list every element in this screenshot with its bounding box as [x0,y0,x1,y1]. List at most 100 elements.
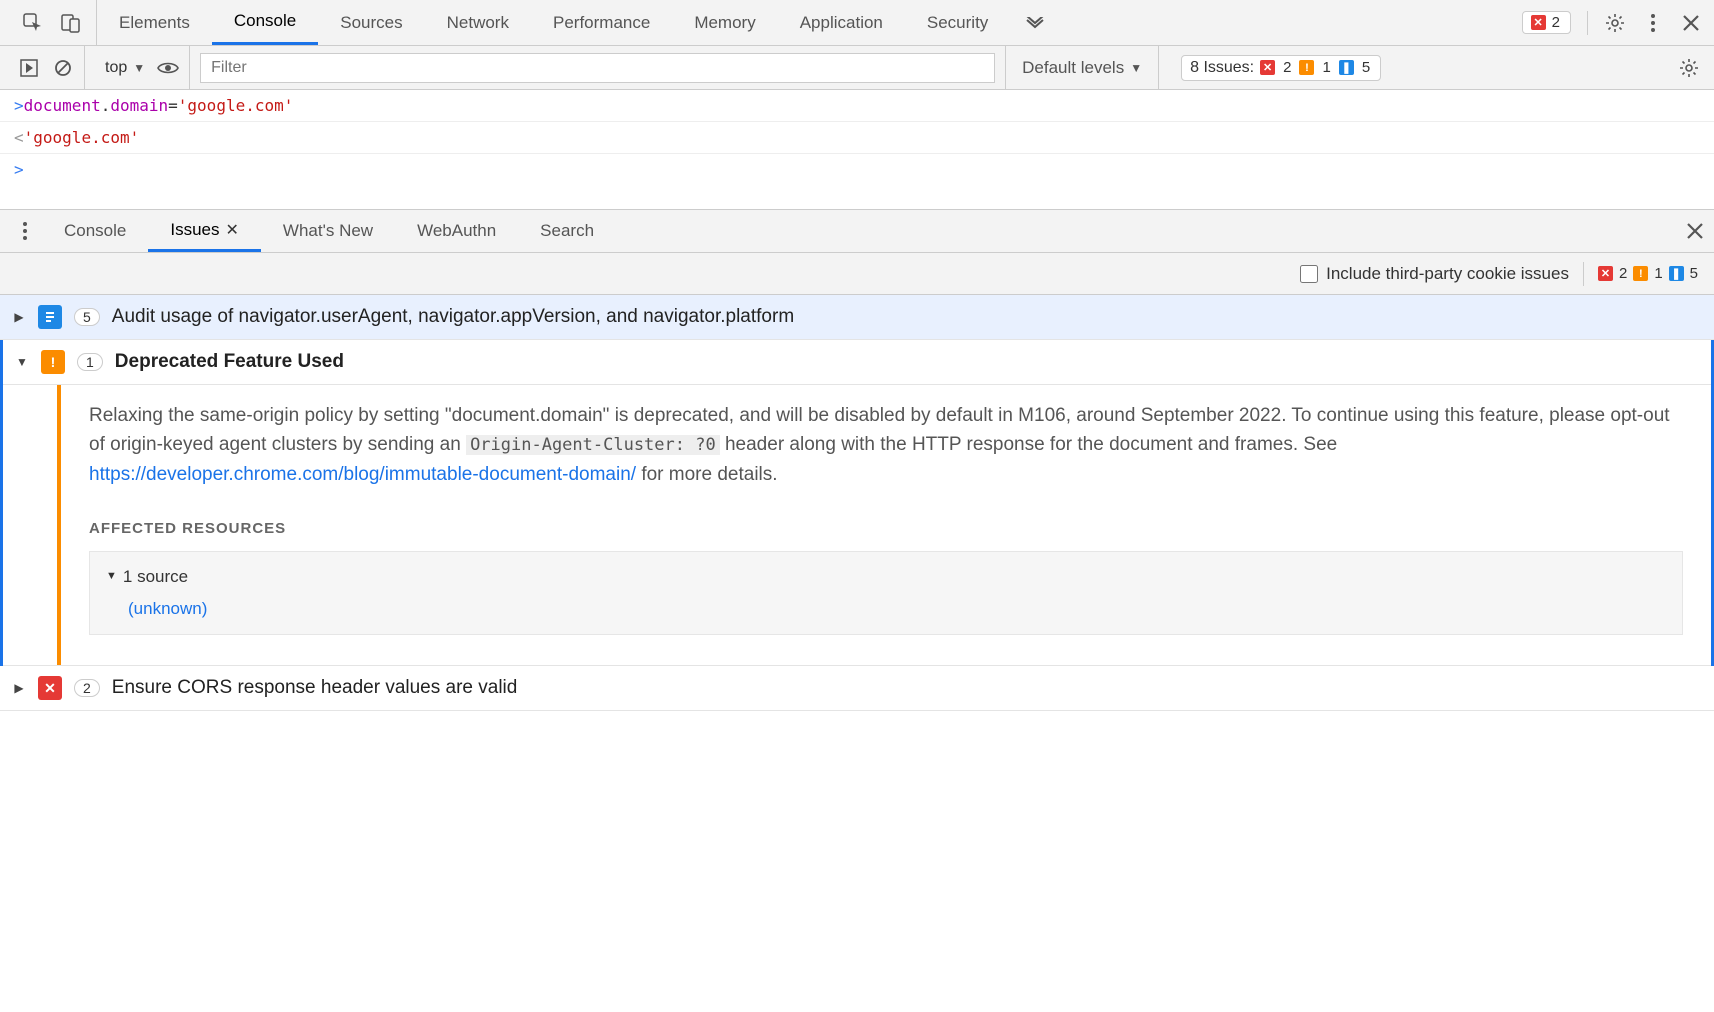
tab-console[interactable]: Console [212,0,318,45]
toolbar-left-icons [8,0,97,45]
settings-icon[interactable] [1604,12,1626,34]
levels-label: Default levels [1022,58,1124,78]
divider [1583,262,1584,286]
toolbar-right: ✕ 2 [1522,11,1706,35]
issue-text: header along with the HTTP response for … [720,434,1338,455]
error-icon: ✕ [1531,15,1546,30]
kebab-icon[interactable] [14,220,36,242]
error-icon: ✕ [1598,266,1613,281]
info-icon [38,305,62,329]
header-code: Origin-Agent-Cluster: ?0 [466,435,720,455]
context-section: top ▼ [95,46,190,89]
filter-input[interactable] [200,53,995,83]
tab-performance[interactable]: Performance [531,0,672,45]
tab-label: Console [234,11,296,31]
drawer-tab-webauthn[interactable]: WebAuthn [395,210,518,252]
chevron-right-icon [14,96,24,115]
issue-row-info[interactable]: ▶ 5 Audit usage of navigator.userAgent, … [0,295,1714,340]
error-icon: ✕ [1260,60,1275,75]
affected-resources: AFFECTED RESOURCES ▼ 1 source (unknown) [89,517,1683,635]
divider [1587,11,1588,35]
issue-detail: Relaxing the same-origin policy by setti… [3,385,1711,666]
error-count-badge[interactable]: ✕ 2 [1522,11,1571,34]
collapse-icon[interactable]: ▼ [106,568,117,585]
close-icon[interactable] [1684,220,1706,242]
tab-security[interactable]: Security [905,0,1010,45]
expand-icon[interactable]: ▶ [12,310,26,324]
main-toolbar: Elements Console Sources Network Perform… [0,0,1714,46]
drawer-tab-issues[interactable]: Issues ✕ [148,210,261,252]
console-input-line: document.domain = 'google.com' [0,90,1714,122]
tab-network[interactable]: Network [425,0,531,45]
warn-icon: ! [41,350,65,374]
third-party-checkbox[interactable]: Include third-party cookie issues [1300,264,1569,284]
checkbox-input[interactable] [1300,265,1318,283]
tab-label: Network [447,13,509,33]
ban-icon[interactable] [52,57,74,79]
count: 1 [1652,265,1664,282]
collapse-icon[interactable]: ▼ [15,355,29,369]
tab-label: What's New [283,221,373,241]
issues-toolbar: Include third-party cookie issues ✕2 !1 … [0,253,1714,295]
count: 5 [1360,59,1372,76]
issue-title: Ensure CORS response header values are v… [112,677,518,699]
settings-icon[interactable] [1678,57,1700,79]
execute-icon[interactable] [18,57,40,79]
active-issue-panel: ▼ ! 1 Deprecated Feature Used Relaxing t… [0,340,1714,666]
console-output: 'google.com' [24,128,140,147]
drawer-tab-whatsnew[interactable]: What's New [261,210,395,252]
source-count: 1 source [123,564,188,590]
tab-label: Memory [694,13,755,33]
issue-count: 1 [77,353,103,371]
tab-label: WebAuthn [417,221,496,241]
context-select[interactable]: top ▼ [105,59,145,77]
kebab-icon[interactable] [1642,12,1664,34]
issue-row-error[interactable]: ▶ ✕ 2 Ensure CORS response header values… [0,666,1714,711]
tab-label: Console [64,221,126,241]
affected-title: AFFECTED RESOURCES [89,517,1683,540]
levels-select[interactable]: Default levels ▼ [1005,46,1159,89]
tab-label: Sources [340,13,402,33]
expand-icon[interactable]: ▶ [12,681,26,695]
tab-memory[interactable]: Memory [672,0,777,45]
info-icon: ❚ [1339,60,1354,75]
inspect-icon[interactable] [22,12,44,34]
doc-link[interactable]: https://developer.chrome.com/blog/immuta… [89,464,636,485]
issues-pill[interactable]: 8 Issues: ✕2 !1 ❚5 [1181,55,1381,81]
close-tab-icon[interactable]: ✕ [226,220,239,240]
checkbox-label: Include third-party cookie issues [1326,264,1569,284]
error-count: 2 [1550,14,1562,31]
device-icon[interactable] [60,12,82,34]
code-token: domain [110,96,168,115]
source-row[interactable]: ▼ 1 source [106,564,1666,590]
console-prompt[interactable]: > [0,154,1714,185]
tab-application[interactable]: Application [778,0,905,45]
source-box: ▼ 1 source (unknown) [89,551,1683,636]
tab-label: Security [927,13,988,33]
issue-row-warn[interactable]: ▼ ! 1 Deprecated Feature Used [3,340,1711,385]
eye-icon[interactable] [157,57,179,79]
source-link[interactable]: (unknown) [106,590,1666,622]
issue-count: 2 [74,679,100,697]
issues-count-label: 8 Issues: [1190,59,1254,77]
chevron-left-icon [14,128,24,147]
drawer-tab-console[interactable]: Console [42,210,148,252]
warn-icon: ! [1299,60,1314,75]
console-subbar: top ▼ Default levels ▼ 8 Issues: ✕2 !1 ❚… [0,46,1714,90]
tab-sources[interactable]: Sources [318,0,424,45]
chevron-down-icon: ▼ [133,61,145,75]
code-token: . [101,96,111,115]
issue-count: 5 [74,308,100,326]
chevron-down-icon: ▼ [1130,61,1142,75]
tab-elements[interactable]: Elements [97,0,212,45]
issue-title: Deprecated Feature Used [115,351,344,373]
main-tabs: Elements Console Sources Network Perform… [97,0,1046,45]
issue-content: Relaxing the same-origin policy by setti… [61,385,1711,665]
console-log: document.domain = 'google.com' 'google.c… [0,90,1714,185]
tab-label: Performance [553,13,650,33]
error-icon: ✕ [38,676,62,700]
close-icon[interactable] [1680,12,1702,34]
drawer-tab-search[interactable]: Search [518,210,616,252]
more-tabs-icon[interactable] [1024,12,1046,34]
tab-label: Application [800,13,883,33]
